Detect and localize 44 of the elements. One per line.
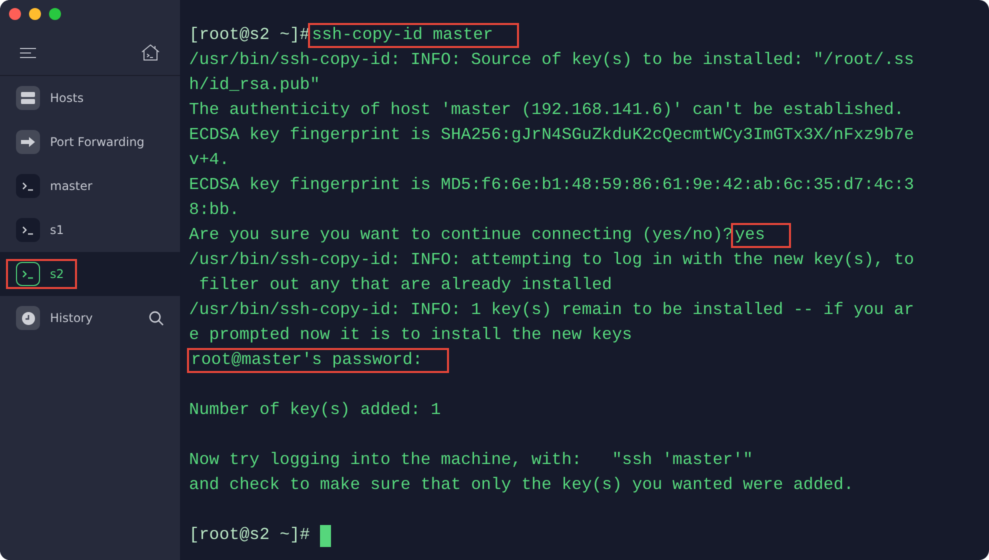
terminal-line: [root@s2 ~]# bbox=[189, 25, 310, 47]
menu-icon[interactable] bbox=[20, 48, 36, 58]
sidebar-item[interactable]: s2 bbox=[0, 252, 180, 296]
sidebar-label: Port Forwarding bbox=[50, 135, 146, 149]
close-button[interactable] bbox=[9, 8, 21, 20]
terminal-line: 8:bb. bbox=[189, 200, 240, 222]
arrow-icon bbox=[21, 137, 35, 147]
maximize-button[interactable] bbox=[49, 8, 61, 20]
server-icon bbox=[21, 92, 35, 104]
sidebar-label: Hosts bbox=[50, 91, 85, 105]
terminal-line: h/id_rsa.pub" bbox=[189, 75, 320, 97]
terminal-icon bbox=[22, 270, 34, 278]
terminal-line: The authenticity of host 'master (192.168.141.6)' can't be established. bbox=[189, 100, 904, 122]
terminal-line: Number of key(s) added: 1 bbox=[189, 400, 441, 422]
sidebar-item[interactable]: s1 bbox=[0, 208, 180, 252]
terminal-line: /usr/bin/ssh-copy-id: INFO: 1 key(s) remain to be installed -- if you ar bbox=[189, 300, 914, 322]
sidebar-label: master bbox=[50, 179, 94, 193]
clock-icon bbox=[22, 312, 34, 324]
terminal-icon bbox=[22, 182, 34, 190]
terminal-line: e prompted now it is to install the new keys bbox=[189, 325, 632, 347]
sidebar-item[interactable]: Hosts bbox=[0, 76, 180, 120]
terminal-line: /usr/bin/ssh-copy-id: INFO: Source of key(s) to be installed: "/root/.ss bbox=[189, 50, 914, 72]
search-icon[interactable] bbox=[149, 310, 164, 326]
sidebar-label: s2 bbox=[50, 267, 65, 281]
terminal-line: filter out any that are already installed bbox=[198, 275, 612, 297]
terminal-line: Are you sure you want to continue connecting (yes/no)? bbox=[189, 225, 733, 247]
terminal-line: ECDSA key fingerprint is SHA256:gJrN4SGuZkduK2cQecmtWCy3ImGTx3X/nFxz9b7e bbox=[189, 125, 914, 147]
sidebar-label: History bbox=[50, 311, 94, 325]
sidebar-item[interactable]: master bbox=[0, 164, 180, 208]
highlighted-output: yes bbox=[730, 223, 792, 248]
sidebar-item[interactable]: Port Forwarding bbox=[0, 120, 180, 164]
minimize-button[interactable] bbox=[29, 8, 41, 20]
terminal-line: /usr/bin/ssh-copy-id: INFO: attempting to log in with the new key(s), to bbox=[189, 250, 914, 272]
terminal-line: v+4. bbox=[189, 150, 230, 172]
highlighted-output: root@master's password: bbox=[187, 348, 449, 373]
terminal-icon bbox=[22, 226, 34, 234]
terminal-line: Now try logging into the machine, with: "ssh 'master'" bbox=[189, 450, 753, 472]
sidebar-item[interactable]: History bbox=[0, 296, 180, 340]
sidebar-label: s1 bbox=[50, 223, 65, 237]
highlighted-output: ssh-copy-id master bbox=[308, 23, 520, 48]
terminal-line: [root@s2 ~]# bbox=[189, 525, 310, 547]
terminal-line: and check to make sure that only the key(s) you wanted were added. bbox=[189, 475, 854, 497]
terminal-line: ECDSA key fingerprint is MD5:f6:6e:b1:48:59:86:61:9e:42:ab:6c:35:d7:4c:3 bbox=[189, 175, 914, 197]
home-terminal-icon[interactable] bbox=[141, 44, 160, 61]
